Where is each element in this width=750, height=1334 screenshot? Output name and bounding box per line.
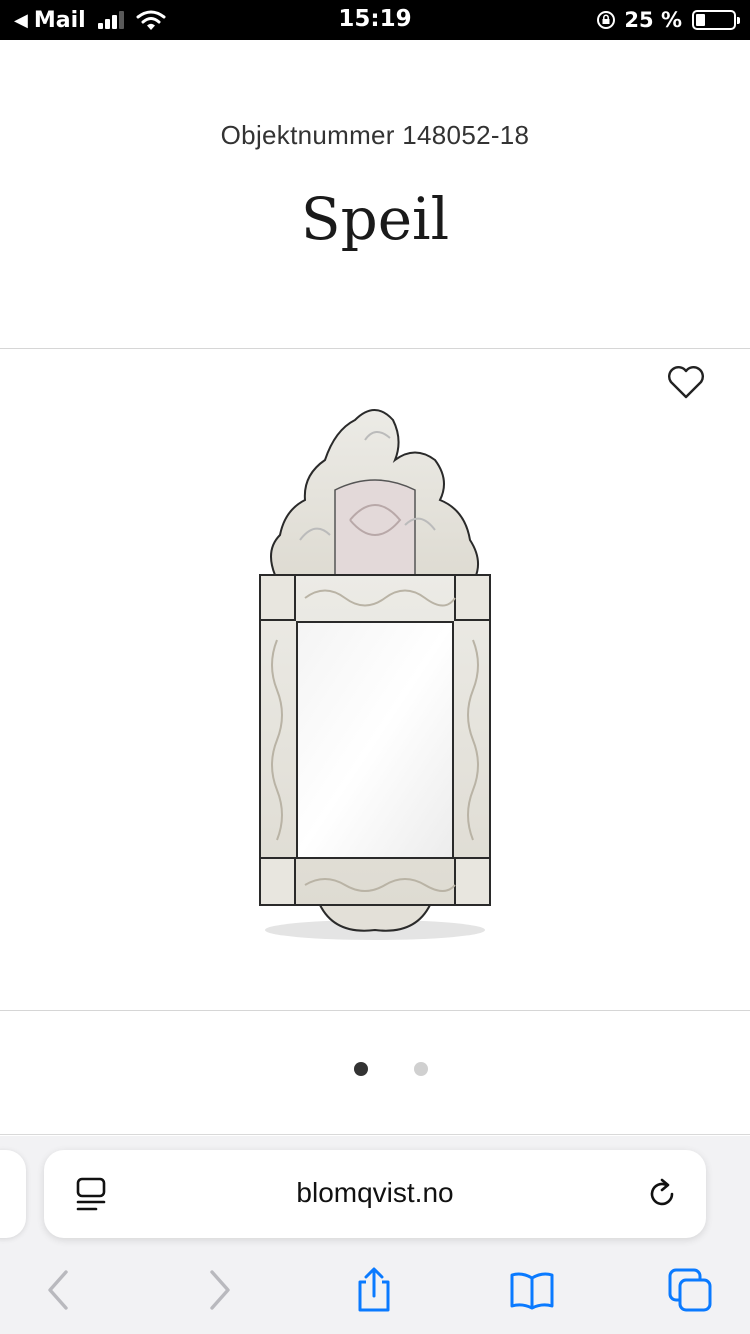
pagination-dot-2[interactable] [414,1062,428,1076]
browser-bottom-bar: blomqvist.no [0,1136,750,1334]
share-icon[interactable] [350,1266,398,1314]
status-bar: ◀ Mail 15:19 25 % [0,0,750,40]
bookmarks-book-icon[interactable] [508,1266,556,1314]
previous-tab-peek[interactable] [0,1150,26,1238]
divider-top [0,348,750,349]
browser-divider [0,1134,750,1135]
tabs-icon[interactable] [666,1266,714,1314]
pagination-dot-1[interactable] [354,1062,368,1076]
object-number: Objektnummer 148052-18 [220,120,530,150]
favorite-heart-icon[interactable] [666,364,706,400]
rotation-lock-icon [597,11,616,29]
divider-bottom [0,1010,750,1011]
image-gallery[interactable] [0,350,750,1010]
address-bar[interactable]: blomqvist.no [44,1150,706,1238]
reload-icon[interactable] [644,1176,680,1212]
forward-chevron-icon[interactable] [196,1266,244,1314]
page-title: Speil [300,185,450,253]
product-image-mirror [259,409,491,940]
address-url[interactable]: blomqvist.no [44,1177,706,1209]
back-chevron-icon[interactable] [34,1266,82,1314]
battery-icon [692,10,740,30]
battery-percent: 25 % [624,8,682,32]
gallery-pagination [0,1062,750,1082]
